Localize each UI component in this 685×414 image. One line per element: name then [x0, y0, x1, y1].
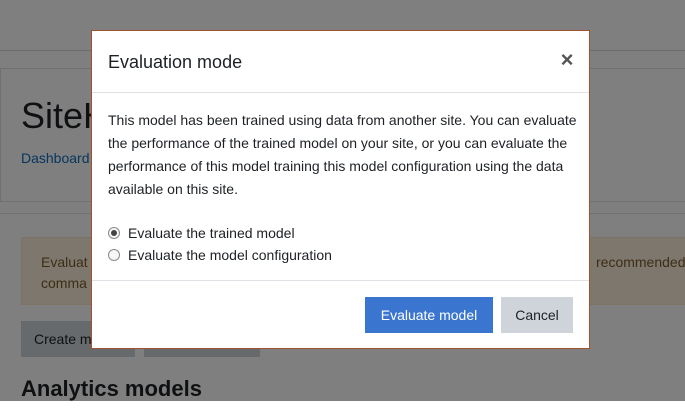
- modal-footer: Evaluate model Cancel: [92, 280, 589, 349]
- close-icon[interactable]: ×: [555, 49, 579, 73]
- evaluate-model-button[interactable]: Evaluate model: [365, 297, 493, 333]
- radio-trained-model[interactable]: [108, 227, 120, 239]
- evaluation-mode-dialog: Evaluation mode × This model has been tr…: [91, 30, 590, 349]
- modal-header: Evaluation mode ×: [92, 31, 589, 93]
- modal-title: Evaluation mode: [108, 52, 243, 72]
- radio-model-configuration[interactable]: [108, 249, 120, 261]
- evaluation-mode-options: Evaluate the trained model Evaluate the …: [108, 222, 332, 266]
- cancel-button[interactable]: Cancel: [501, 297, 573, 333]
- option-label: Evaluate the model configuration: [128, 247, 332, 263]
- modal-description: This model has been trained using data f…: [108, 112, 577, 197]
- option-trained-model[interactable]: Evaluate the trained model: [108, 222, 332, 244]
- modal-body: This model has been trained using data f…: [108, 109, 578, 263]
- option-label: Evaluate the trained model: [128, 225, 295, 241]
- option-model-configuration[interactable]: Evaluate the model configuration: [108, 244, 332, 266]
